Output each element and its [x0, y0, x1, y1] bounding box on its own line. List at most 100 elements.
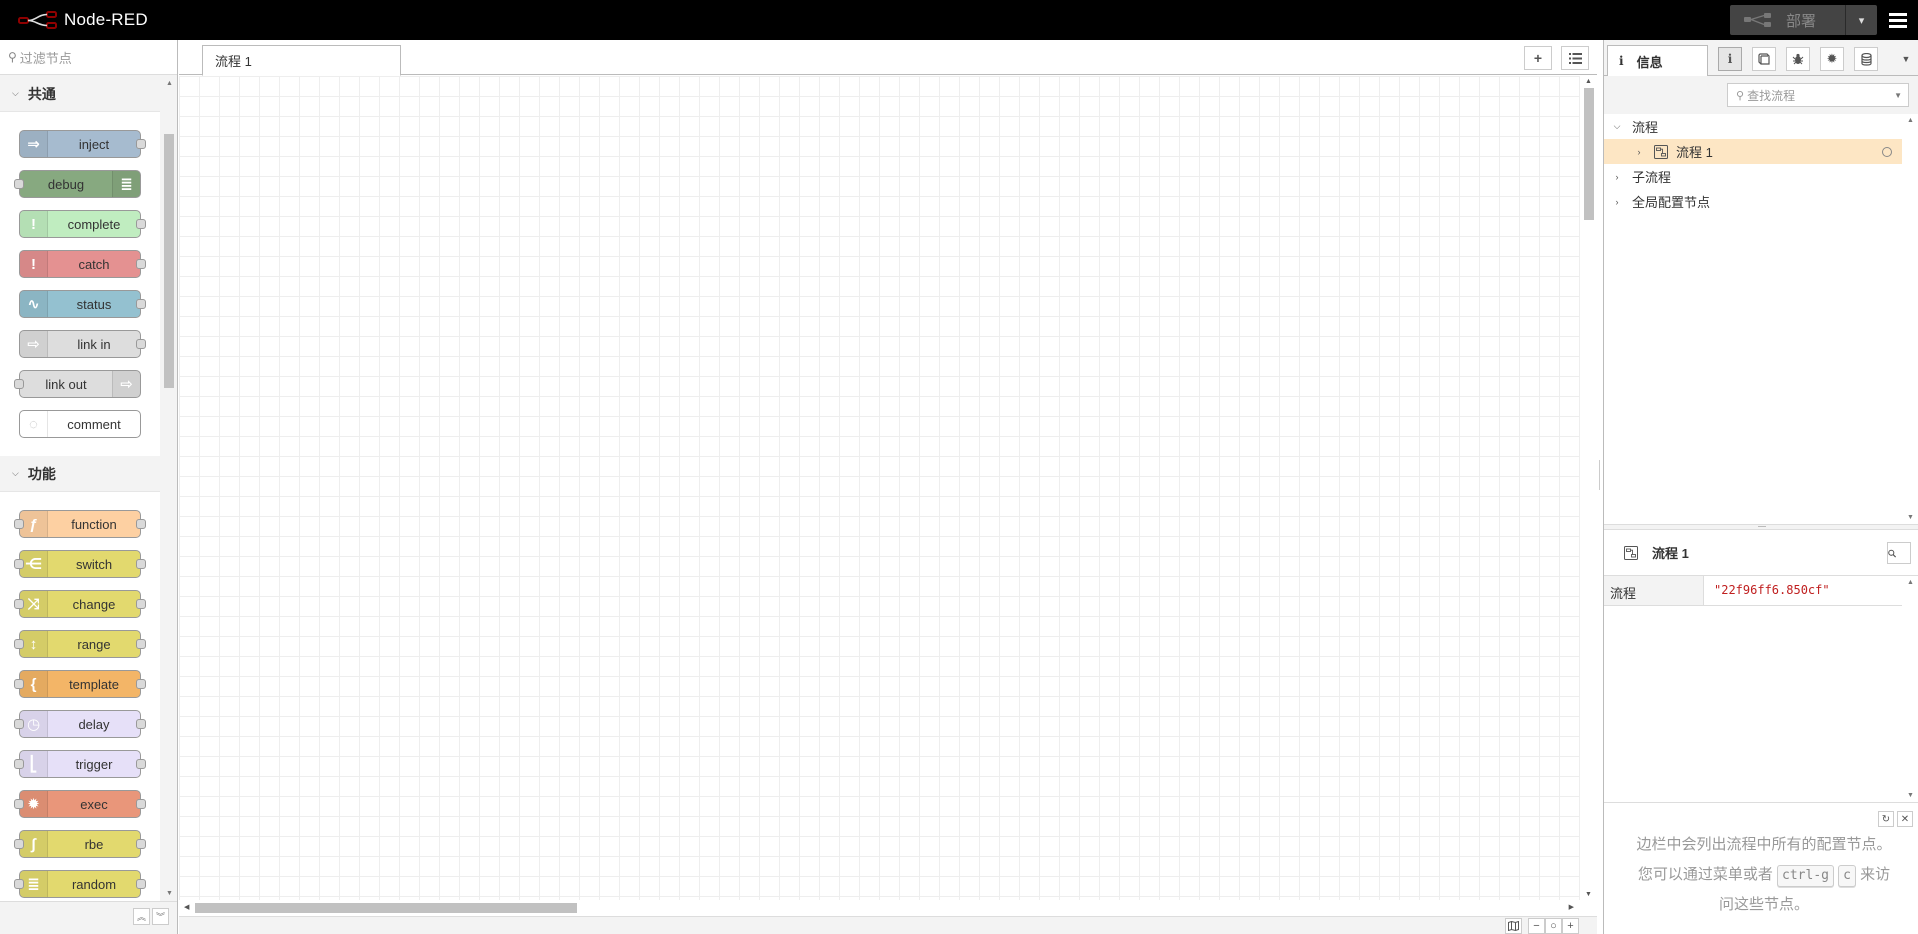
- property-value: "22f96ff6.850cf": [1714, 583, 1830, 597]
- palette-node-change[interactable]: ⤨ change: [14, 590, 146, 618]
- navigator-button[interactable]: [1505, 918, 1522, 934]
- scroll-up-arrow-icon[interactable]: ▲: [1907, 117, 1914, 124]
- palette-search-input[interactable]: ⚲ 过滤节点: [0, 40, 177, 75]
- palette-node-template[interactable]: { template: [14, 670, 146, 698]
- palette-node-label: comment: [67, 416, 121, 432]
- palette-node-random[interactable]: ≣ random: [14, 870, 146, 898]
- palette-scroll-thumb[interactable]: [164, 134, 174, 388]
- tree-scrollbar[interactable]: ▲ ▼: [1902, 114, 1918, 524]
- chevron-down-icon: ⌵: [1613, 121, 1621, 131]
- plus-icon: +: [1533, 50, 1543, 66]
- flow-tree: ⌵ 流程 › 流程 1 › 子流程 › 全局配置节点: [1604, 114, 1902, 524]
- show-in-workspace-button[interactable]: [1887, 542, 1911, 564]
- palette-node-complete[interactable]: ! complete: [19, 210, 146, 238]
- rbe-icon: ∫: [20, 831, 48, 857]
- palette-node-label: link in: [77, 336, 111, 352]
- scroll-up-arrow-icon[interactable]: ▲: [1585, 78, 1592, 85]
- output-port: [136, 339, 146, 349]
- tree-section-global-config[interactable]: › 全局配置节点: [1604, 189, 1902, 214]
- expand-all-button[interactable]: ︾: [152, 908, 169, 925]
- dice-icon: ≣: [20, 871, 48, 897]
- next-tip-button[interactable]: ↻: [1878, 811, 1894, 827]
- canvas-vertical-scrollbar[interactable]: ▲ ▼: [1579, 76, 1597, 900]
- canvas-vertical-scroll-thumb[interactable]: [1584, 88, 1594, 220]
- palette-node-link-out[interactable]: ⇨ link out: [14, 370, 141, 398]
- palette-category-header[interactable]: ⌵ 共通: [0, 76, 160, 112]
- palette-node-comment[interactable]: ◌ comment: [19, 410, 141, 438]
- palette-node-rbe[interactable]: ∫ rbe: [14, 830, 146, 858]
- collapse-all-button[interactable]: ︽: [133, 908, 150, 925]
- zoom-in-button[interactable]: +: [1562, 918, 1579, 934]
- palette-category-body: ⇒ inject ≣ debug ! complete ! catch ∿ status ⇨ link…: [0, 112, 160, 456]
- chevron-right-icon: ›: [1615, 171, 1619, 182]
- scroll-down-arrow-icon[interactable]: ▼: [1585, 891, 1592, 898]
- sidebar-tabs-menu[interactable]: ▼: [1898, 47, 1914, 71]
- scroll-up-arrow-icon[interactable]: ▲: [1907, 579, 1914, 586]
- deploy-button-group: 部署 ▾: [1730, 5, 1877, 35]
- sidebar-info-button[interactable]: i: [1718, 47, 1742, 71]
- range-icon: ↕: [20, 631, 48, 657]
- info-icon: i: [1727, 52, 1733, 66]
- double-chevron-down-icon: ︾: [155, 912, 165, 922]
- zoom-reset-button[interactable]: ○: [1545, 918, 1562, 934]
- palette-node-debug[interactable]: ≣ debug: [14, 170, 141, 198]
- scroll-left-arrow-icon[interactable]: ◀: [184, 903, 189, 911]
- zoom-out-button[interactable]: −: [1528, 918, 1545, 934]
- info-icon: i: [1619, 54, 1624, 68]
- palette-node-label: template: [69, 676, 119, 692]
- scroll-down-arrow-icon[interactable]: ▼: [1907, 514, 1914, 521]
- tree-item-flow-1[interactable]: › 流程 1: [1604, 139, 1902, 164]
- palette-node-range[interactable]: ↕ range: [14, 630, 146, 658]
- palette-node-delay[interactable]: ◷ delay: [14, 710, 146, 738]
- sidebar-debug-button[interactable]: [1786, 47, 1810, 71]
- caret-down-icon: ▼: [1894, 90, 1902, 100]
- palette-scrollbar[interactable]: ▲ ▼: [161, 76, 177, 901]
- deploy-button[interactable]: 部署: [1730, 5, 1845, 35]
- sidebar-tab-info[interactable]: i 信息: [1607, 45, 1708, 77]
- zoom-in-icon: +: [1567, 920, 1574, 932]
- add-flow-button[interactable]: +: [1524, 46, 1552, 70]
- workspace-tab-bar: 流程 1 +: [179, 40, 1597, 76]
- function-icon: ƒ: [20, 511, 48, 537]
- brace-icon: {: [20, 671, 48, 697]
- palette-node-inject[interactable]: ⇒ inject: [19, 130, 146, 158]
- tree-section-flows[interactable]: ⌵ 流程: [1604, 114, 1902, 139]
- sidebar-context-button[interactable]: [1854, 47, 1878, 71]
- properties-scrollbar[interactable]: ▲ ▼: [1902, 576, 1918, 802]
- scroll-up-arrow-icon[interactable]: ▲: [166, 80, 173, 87]
- palette-node-trigger[interactable]: ⎣ trigger: [14, 750, 146, 778]
- tree-section-subflows[interactable]: › 子流程: [1604, 164, 1902, 189]
- splitter-grip: [1758, 526, 1766, 528]
- palette-node-status[interactable]: ∿ status: [19, 290, 146, 318]
- sidebar-help-button[interactable]: [1752, 47, 1776, 71]
- scroll-down-arrow-icon[interactable]: ▼: [1907, 792, 1914, 799]
- main-menu-button[interactable]: [1877, 0, 1918, 40]
- output-port: [136, 679, 146, 689]
- shortcut-key: ctrl-g: [1777, 865, 1834, 887]
- palette-node-link-in[interactable]: ⇨ link in: [19, 330, 146, 358]
- sidebar-search-row: ⚲ 查找流程 ▼: [1604, 76, 1918, 114]
- flow-search-input[interactable]: ⚲ 查找流程 ▼: [1727, 83, 1909, 107]
- deploy-menu-button[interactable]: ▾: [1846, 5, 1877, 35]
- tab-flow-1[interactable]: 流程 1: [202, 45, 401, 76]
- close-tips-button[interactable]: ✕: [1897, 811, 1913, 827]
- canvas-horizontal-scroll-thumb[interactable]: [195, 903, 577, 913]
- palette-category-header[interactable]: ⌵ 功能: [0, 456, 160, 492]
- sidebar: i 信息 i ✹ ▼ ⚲ 查找流程 ▼ ⌵ 流程 › 流程 1 › 子流程 › …: [1603, 40, 1918, 934]
- palette-node-function[interactable]: ƒ function: [14, 510, 146, 538]
- caret-down-icon: ▾: [1858, 14, 1865, 27]
- flow-canvas[interactable]: [179, 76, 1579, 900]
- sidebar-config-button[interactable]: ✹: [1820, 47, 1844, 71]
- scroll-right-arrow-icon[interactable]: ▶: [1569, 903, 1574, 911]
- scroll-down-arrow-icon[interactable]: ▼: [166, 890, 173, 897]
- canvas-horizontal-scrollbar[interactable]: ◀ ▶: [179, 900, 1579, 916]
- palette-node-switch[interactable]: ⋲ switch: [14, 550, 146, 578]
- palette-node-catch[interactable]: ! catch: [19, 250, 146, 278]
- chevron-right-icon: ›: [1637, 146, 1641, 157]
- output-port: [136, 879, 146, 889]
- tips-panel: ↻ ✕ 边栏中会列出流程中所有的配置节点。 您可以通过菜单或者 ctrl-g c…: [1604, 802, 1918, 934]
- palette-category-label: 共通: [27, 85, 56, 102]
- palette-node-exec[interactable]: ✹ exec: [14, 790, 146, 818]
- list-flows-button[interactable]: [1561, 46, 1589, 70]
- sidebar-tab-bar: i 信息 i ✹ ▼: [1604, 40, 1918, 77]
